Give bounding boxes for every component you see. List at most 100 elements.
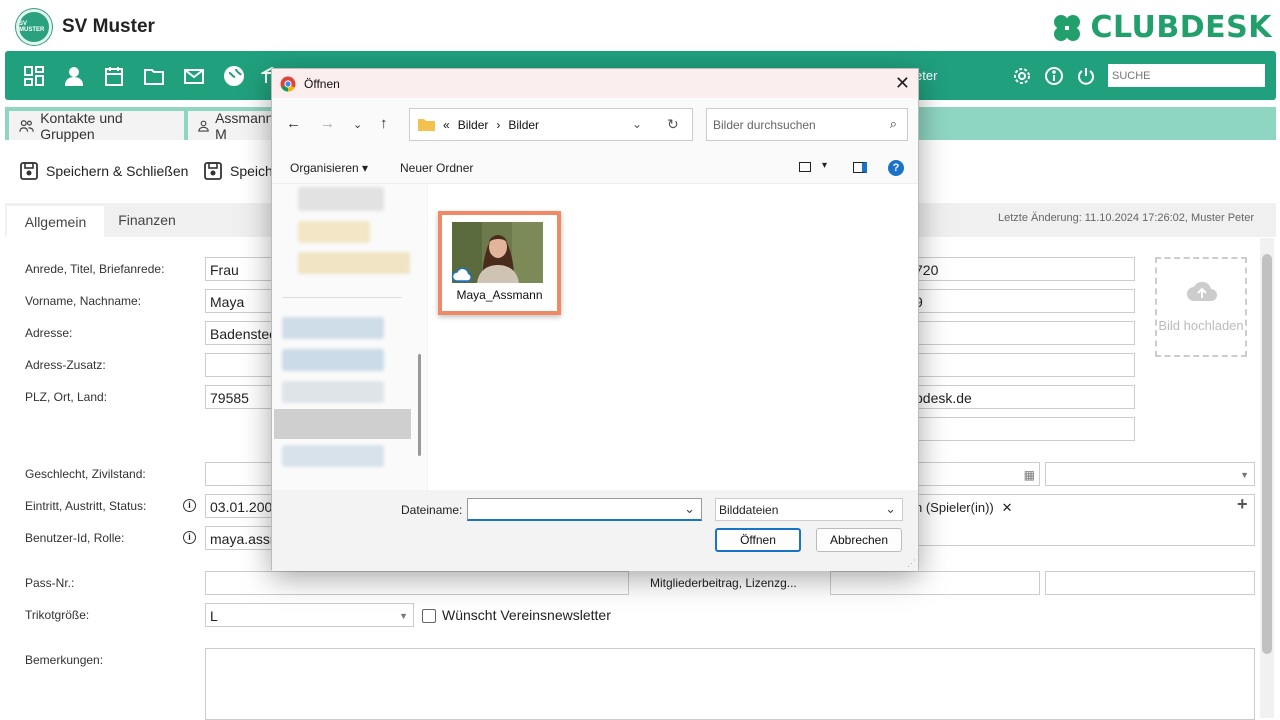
breadcrumb-item[interactable]: Bilder [508,118,539,132]
address-bar[interactable]: « Bilder › Bilder ⌄ ↻ [409,108,693,141]
label-gender: Geschlecht, Zivilstand: [25,467,146,481]
chevron-down-icon[interactable]: ⌄ [632,117,642,131]
fee-field[interactable] [830,571,1040,595]
breadcrumb-item[interactable]: Bilder [458,118,489,132]
salutation-field[interactable]: Frau [205,257,275,281]
newsletter-checkbox[interactable] [422,609,436,623]
fax-field[interactable] [910,353,1135,377]
power-icon[interactable] [1075,65,1097,87]
nav-item-blurred[interactable] [282,445,384,467]
help-icon[interactable]: ? [888,160,904,176]
civil-status-select[interactable]: ▼ [1045,462,1255,486]
jersey-select[interactable]: L ▼ [205,603,414,627]
gender-field[interactable] [205,462,275,486]
chrome-icon [280,76,296,91]
up-icon[interactable]: ↑ [380,115,388,132]
tab-contacts[interactable]: Kontakte und Gruppen [9,109,184,142]
calendar-icon[interactable]: ▦ [1024,468,1035,482]
settings-icon[interactable] [1011,65,1033,87]
folder-search-input[interactable]: Bilder durchsuchen ⌕ [706,108,908,141]
remarks-field[interactable] [205,648,1255,720]
file-item[interactable]: Maya_Assmann [438,211,561,315]
filetype-select[interactable]: Bilddateien ⌄ [715,498,903,521]
label-entry: Eintritt, Austritt, Status: [25,499,147,513]
user-id-field[interactable]: maya.assm [205,526,275,550]
nav-item-blurred[interactable] [298,187,384,211]
back-icon[interactable]: ← [286,115,301,132]
cloud-upload-icon [1187,281,1217,301]
mail-icon[interactable] [183,65,205,87]
filename-input[interactable]: ⌄ [467,498,702,521]
nav-item-blurred[interactable] [298,221,370,243]
info-icon[interactable]: i [183,531,196,544]
label-address: Adresse: [25,326,73,340]
resize-grip-icon[interactable]: ⋰ [907,558,916,569]
new-folder-button[interactable]: Neuer Ordner [400,161,473,175]
forward-icon[interactable]: → [320,115,335,132]
tab-contact-detail-label: Assmann M [215,109,274,142]
close-icon[interactable]: ✕ [895,73,910,94]
email-field[interactable]: bdesk.de [910,385,1135,409]
tab-finance[interactable]: Finanzen [109,203,185,237]
file-name: Maya_Assmann [456,288,543,302]
tab-contacts-label: Kontakte und Gruppen [40,109,123,142]
first-name-field[interactable]: Maya [205,289,275,313]
person-icon [198,120,209,132]
folder-icon[interactable] [143,65,165,87]
scrollbar-thumb[interactable] [1262,254,1272,654]
view-dropdown-icon[interactable]: ▾ [822,160,827,171]
phone2-field[interactable]: 9 [910,289,1135,313]
club-logo: SV MUSTER [16,9,52,45]
recent-dropdown-icon[interactable]: ⌄ [353,118,362,131]
label-pass: Pass-Nr.: [25,576,75,590]
nav-item-blurred[interactable] [298,252,410,274]
save-close-label: Speichern & Schließen [46,163,189,179]
organize-button[interactable]: Organisieren ▾ [290,161,368,175]
dashboard-icon[interactable] [23,65,45,87]
birthdate-field[interactable]: ▦ [910,462,1040,486]
refresh-icon[interactable]: ↻ [667,116,679,133]
phone-field[interactable]: 720 [910,257,1135,281]
nav-item-blurred[interactable] [282,349,384,371]
mobile-field[interactable] [910,321,1135,345]
email2-field[interactable] [910,417,1135,441]
add-icon[interactable]: + [1237,494,1248,515]
remove-tag-icon[interactable]: ✕ [1002,500,1013,515]
dialog-commandbar: Organisieren ▾ Neuer Ordner ▾ ? [272,150,918,184]
save-icon [20,162,38,180]
chevron-down-icon[interactable]: ⌄ [684,501,695,517]
view-icon[interactable] [799,162,811,172]
newsletter-label: Wünscht Vereinsnewsletter [442,607,611,623]
pane-scrollbar[interactable] [418,354,421,456]
preview-pane-icon[interactable] [853,162,867,173]
address-extra-field[interactable] [205,353,275,377]
calendar-icon[interactable] [103,65,125,87]
label-jersey: Trikotgröße: [25,608,90,622]
nav-item-selected[interactable] [274,409,411,439]
zip-field[interactable]: 79585 [205,385,275,409]
license-field[interactable] [1045,571,1255,595]
chevron-down-icon: ▼ [399,611,408,621]
nav-item-blurred[interactable] [282,381,384,403]
info-icon[interactable] [1043,65,1065,87]
pass-field[interactable] [205,571,629,595]
folder-search-placeholder: Bilder durchsuchen [713,118,816,132]
contacts-icon[interactable] [63,65,85,87]
label-address-extra: Adress-Zusatz: [25,358,106,372]
image-upload-button[interactable]: Bild hochladen [1155,257,1247,357]
tab-general[interactable]: Allgemein [7,206,104,237]
role-field[interactable]: n (Spieler(in)) ✕ [910,494,1255,546]
file-list: Maya_Assmann [428,184,918,490]
info-icon[interactable]: i [183,499,196,512]
save-button[interactable]: Speiche [203,157,281,185]
cancel-button[interactable]: Abbrechen [816,528,902,552]
breadcrumb-separator: › [496,117,501,132]
open-button[interactable]: Öffnen [715,528,801,552]
dialog-navbar: ← → ⌄ ↑ « Bilder › Bilder ⌄ ↻ Bilder dur… [272,98,918,150]
save-close-button[interactable]: Speichern & Schließen [19,157,188,185]
address-field[interactable]: Badenstec [205,321,275,345]
nav-item-blurred[interactable] [282,317,384,339]
search-input[interactable] [1108,64,1265,87]
entry-date-field[interactable]: 03.01.2001 [205,494,275,518]
globe-icon[interactable] [223,65,245,87]
